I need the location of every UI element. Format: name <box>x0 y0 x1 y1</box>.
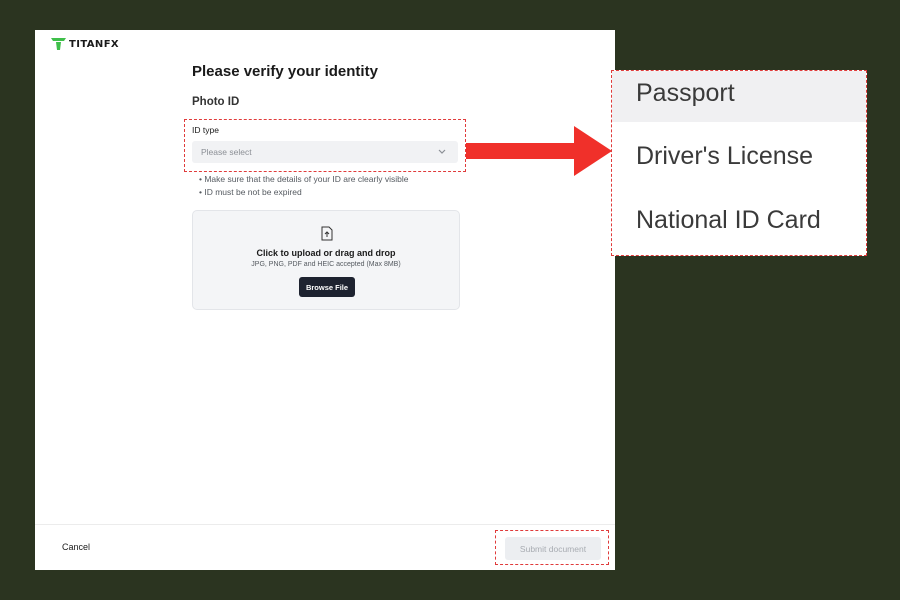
brand-name: TITANFX <box>69 38 120 50</box>
hint-item: • ID must be not be expired <box>199 187 302 197</box>
option-drivers-license[interactable]: Driver's License <box>612 128 866 185</box>
verification-window: TITANFX Please verify your identity Phot… <box>35 30 615 570</box>
file-dropzone[interactable]: Click to upload or drag and drop JPG, PN… <box>192 210 460 310</box>
submit-highlight <box>495 530 609 565</box>
page-title: Please verify your identity <box>192 63 378 80</box>
upload-subtitle: JPG, PNG, PDF and HEIC accepted (Max 8MB… <box>251 261 401 268</box>
brand-logo: TITANFX <box>51 38 119 50</box>
hint-item: • Make sure that the details of your ID … <box>199 174 409 184</box>
option-passport[interactable]: Passport <box>612 71 866 122</box>
id-type-highlight <box>184 119 466 172</box>
upload-title: Click to upload or drag and drop <box>256 248 396 258</box>
browse-file-button[interactable]: Browse File <box>299 277 355 297</box>
file-upload-icon <box>321 226 333 241</box>
cancel-button[interactable]: Cancel <box>62 542 90 552</box>
section-title: Photo ID <box>192 96 240 108</box>
id-type-options-popup: Passport Driver's License National ID Ca… <box>611 70 867 256</box>
arrow-right-icon <box>466 126 612 176</box>
titanfx-logo-icon <box>51 38 66 50</box>
option-national-id-card[interactable]: National ID Card <box>612 192 866 249</box>
id-requirements-list: • Make sure that the details of your ID … <box>199 173 408 199</box>
